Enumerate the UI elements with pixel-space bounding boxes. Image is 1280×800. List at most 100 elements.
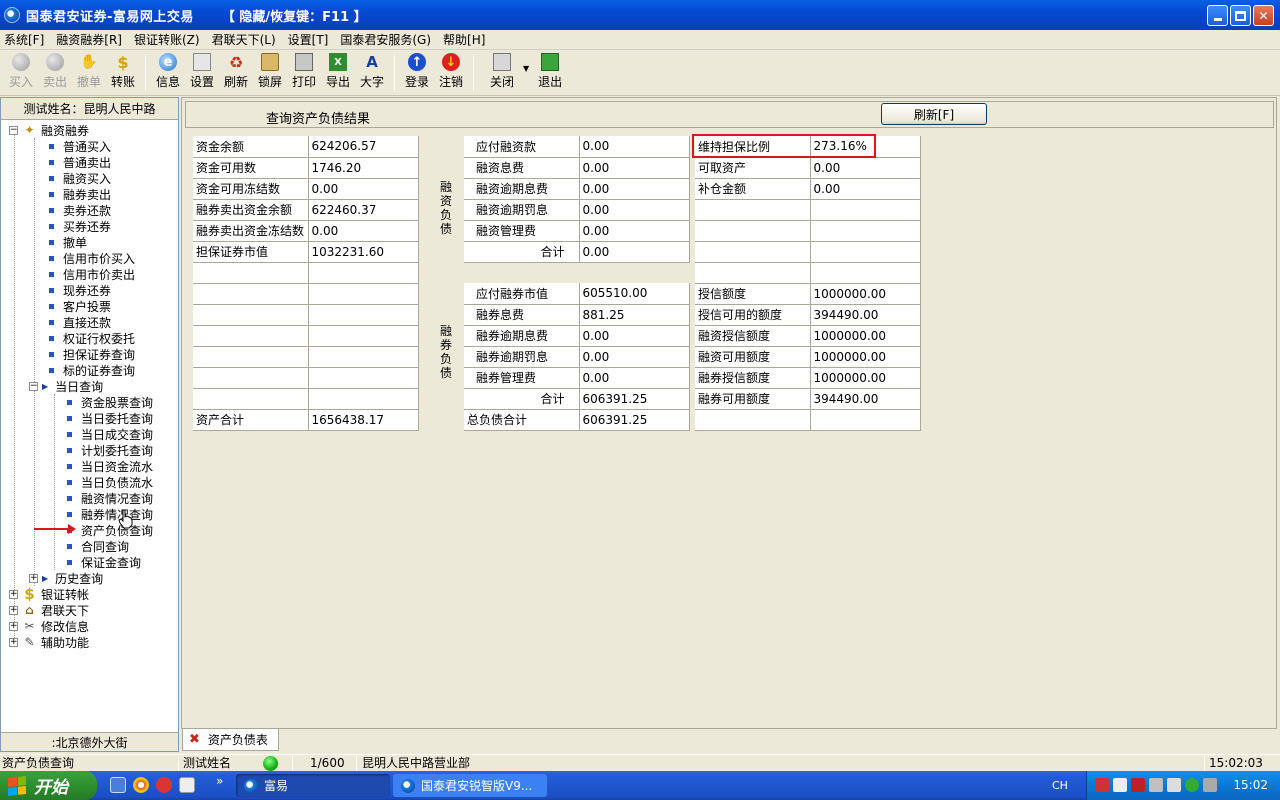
tree-item-label: 买券还券 xyxy=(63,219,112,234)
tree-node-modify-info[interactable]: + ✂ 修改信息 xyxy=(9,618,89,634)
asset-label: 资金可用冻结数 xyxy=(193,178,309,200)
tray-app-icon[interactable] xyxy=(1185,778,1199,792)
start-button[interactable]: 开始 xyxy=(0,771,97,800)
menu-system[interactable]: 系统[F] xyxy=(4,31,44,48)
show-desktop-icon[interactable] xyxy=(110,777,126,793)
collapse-icon[interactable]: − xyxy=(9,125,18,135)
tree-item[interactable]: 融资情况查询 xyxy=(67,490,153,506)
quicklaunch-more-icon[interactable]: » xyxy=(216,774,223,788)
tree-node-bank-transfer[interactable]: + $ 银证转帐 xyxy=(9,585,89,603)
title-bar[interactable]: 国泰君安证券-富易网上交易 【 隐藏/恢复键：F11 】 ✕ xyxy=(0,0,1280,30)
tree-item[interactable]: 买券还券 xyxy=(49,218,111,234)
debt-value: 0.00 xyxy=(579,136,690,158)
tree-item[interactable]: 当日委托查询 xyxy=(67,410,153,426)
tree-node-aux-functions[interactable]: + ✎ 辅助功能 xyxy=(9,634,89,650)
tree-item[interactable]: 卖券还款 xyxy=(49,202,111,218)
debt-value: 0.00 xyxy=(579,367,690,389)
sell-button[interactable]: 卖出 xyxy=(38,52,72,94)
tree-item[interactable]: 当日负债流水 xyxy=(67,474,153,490)
taskbar-item-fuyi[interactable]: 富易 xyxy=(236,774,390,797)
quicklaunch-app-icon[interactable] xyxy=(179,777,195,793)
tree-item[interactable]: 信用市价卖出 xyxy=(49,266,135,282)
tree-item[interactable]: 标的证券查询 xyxy=(49,362,135,378)
refresh-toolbar-button[interactable]: ♻ 刷新 xyxy=(219,52,253,94)
tree-item[interactable]: 现券还券 xyxy=(49,282,111,298)
tree-item[interactable]: 融券情况查询 xyxy=(67,506,153,522)
maximize-button[interactable] xyxy=(1230,5,1251,26)
login-button[interactable]: ↑ 登录 xyxy=(400,52,434,94)
credit-value: 1000000.00 xyxy=(810,325,921,347)
close-tab-icon[interactable]: ✖ xyxy=(189,732,200,747)
clock[interactable]: 15:02 xyxy=(1233,778,1268,792)
tab-asset-liability[interactable]: ✖ 资产负债表 xyxy=(182,729,279,751)
tray-app-icon[interactable] xyxy=(1095,778,1109,792)
tree-item[interactable]: 当日资金流水 xyxy=(67,458,153,474)
security-app-icon[interactable] xyxy=(156,777,172,793)
tray-app-icon[interactable] xyxy=(1167,778,1181,792)
cancel-order-button[interactable]: ✋ 撤单 xyxy=(72,52,106,94)
close-button[interactable]: ✕ xyxy=(1253,5,1274,26)
toolbar: 买入 卖出 ✋ 撤单 $ 转账 e 信息 设置 ♻ 刷新 锁屏 打印 X 导出 … xyxy=(0,51,1280,96)
expand-icon[interactable]: + xyxy=(9,605,18,615)
tree-item[interactable]: 客户投票 xyxy=(49,298,111,314)
tree-item[interactable]: 直接还款 xyxy=(49,314,111,330)
tree-item[interactable]: 撤单 xyxy=(49,234,87,250)
tree-item-label: 客户投票 xyxy=(63,299,112,314)
tree-item[interactable]: 普通买入 xyxy=(49,138,111,154)
tree-item[interactable]: 融券卖出 xyxy=(49,186,111,202)
large-font-button[interactable]: A 大字 xyxy=(355,52,389,94)
taskbar-item-gtja[interactable]: 国泰君安锐智版V9... xyxy=(393,774,547,797)
tree-item[interactable]: 融资买入 xyxy=(49,170,111,186)
tree-item[interactable]: 权证行权委托 xyxy=(49,330,135,346)
tree-item[interactable]: 资金股票查询 xyxy=(67,394,153,410)
transfer-button[interactable]: $ 转账 xyxy=(106,52,140,94)
tree-item[interactable]: 担保证券查询 xyxy=(49,346,135,362)
tree-item[interactable]: 普通卖出 xyxy=(49,154,111,170)
tree-item[interactable]: 信用市价买入 xyxy=(49,250,135,266)
menu-gtja-service[interactable]: 国泰君安服务(G) xyxy=(340,31,431,48)
tree-item[interactable]: 合同查询 xyxy=(67,538,129,554)
expand-icon[interactable]: + xyxy=(9,589,18,599)
close-dropdown-arrow-icon[interactable]: ▼ xyxy=(523,64,529,73)
tree-node-today-query[interactable]: − ▶ 当日查询 xyxy=(29,378,103,394)
bullet-icon xyxy=(49,191,54,197)
input-language-indicator[interactable]: CH xyxy=(1052,779,1068,792)
tray-network-icon[interactable] xyxy=(1113,778,1127,792)
chrome-icon[interactable] xyxy=(133,777,149,793)
tray-shield-icon[interactable] xyxy=(1131,778,1145,792)
buy-button[interactable]: 买入 xyxy=(4,52,38,94)
settings-button[interactable]: 设置 xyxy=(185,52,219,94)
menu-help[interactable]: 帮助[H] xyxy=(443,31,485,48)
table-row xyxy=(193,283,419,305)
print-button[interactable]: 打印 xyxy=(287,52,321,94)
tree-node-history-query[interactable]: + ▶ 历史查询 xyxy=(29,570,103,586)
expand-icon[interactable]: + xyxy=(9,621,18,631)
minimize-button[interactable] xyxy=(1207,5,1228,26)
tree-node-margin-trading[interactable]: − ✦ 融资融券 xyxy=(9,122,89,138)
tree-item[interactable]: 保证金查询 xyxy=(67,554,141,570)
info-button[interactable]: e 信息 xyxy=(151,52,185,94)
expand-icon[interactable]: + xyxy=(29,573,38,583)
lock-screen-button[interactable]: 锁屏 xyxy=(253,52,287,94)
exit-button[interactable]: 退出 xyxy=(533,52,567,94)
tray-volume-icon[interactable] xyxy=(1203,778,1217,792)
refresh-button[interactable]: 刷新[F] xyxy=(881,103,987,125)
menu-margin-trading[interactable]: 融资融券[R] xyxy=(56,31,122,48)
menu-settings[interactable]: 设置[T] xyxy=(288,31,329,48)
status-divider xyxy=(356,756,357,771)
logout-button[interactable]: ↓ 注销 xyxy=(434,52,468,94)
tree-item-label: 担保证券查询 xyxy=(63,347,136,362)
tree-item-asset-liability-query[interactable]: 资产负债查询 xyxy=(67,522,153,538)
menu-bank-transfer[interactable]: 银证转账(Z) xyxy=(134,31,200,48)
close-window-button[interactable]: 关闭 xyxy=(479,52,525,94)
navigation-panel: 测试姓名：昆明人民中路 − ✦ 融资融券 普通买入 普通卖出 融资买入 融券卖出… xyxy=(0,97,179,752)
table-row: 应付融券市值 605510.00 xyxy=(464,283,690,305)
tree-item[interactable]: 计划委托查询 xyxy=(67,442,153,458)
collapse-icon[interactable]: − xyxy=(29,381,38,391)
menu-junlian[interactable]: 君联天下(L) xyxy=(212,31,276,48)
tree-node-junlian[interactable]: + ⌂ 君联天下 xyxy=(9,602,89,618)
tray-app-icon[interactable] xyxy=(1149,778,1163,792)
expand-icon[interactable]: + xyxy=(9,637,18,647)
tree-item[interactable]: 当日成交查询 xyxy=(67,426,153,442)
export-button[interactable]: X 导出 xyxy=(321,52,355,94)
